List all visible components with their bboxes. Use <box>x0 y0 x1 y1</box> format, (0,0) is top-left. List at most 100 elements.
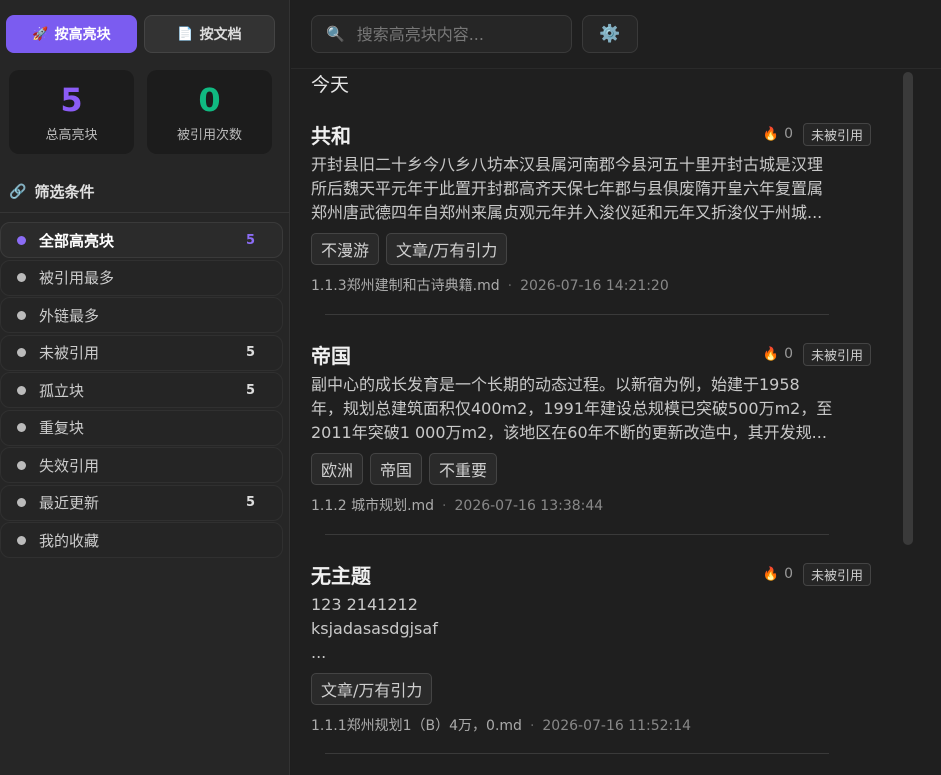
card-body-line: 2011年突破1 000万m2，该地区在60年不断的更新改造中，其开发规... <box>311 423 827 442</box>
highlight-card[interactable]: 共和 🔥 0 未被引用 开封县旧二十乡今八乡八坊本汉县属河南郡今县河五十里开封古… <box>311 121 871 295</box>
filter-item-recently-updated[interactable]: 最近更新 5 <box>0 484 283 521</box>
filter-item-broken-reference[interactable]: 失效引用 <box>0 447 283 483</box>
filter-label: 被引用最多 <box>39 269 115 287</box>
dot-icon <box>17 535 26 545</box>
stat-value: 5 <box>60 80 83 119</box>
card-body-line: 所后魏天平元年于此置开封郡高齐天保七年郡与县俱废隋开皇六年复置属 <box>311 179 824 198</box>
dot-icon <box>17 385 26 395</box>
tag[interactable]: 帝国 <box>370 453 423 485</box>
card-body-line: 郑州唐武德四年自郑州来属贞观元年并入浚仪延和元年又折浚仪于州城... <box>311 203 823 222</box>
dot-icon <box>17 423 26 432</box>
filter-item-orphan[interactable]: 孤立块 5 <box>0 372 283 408</box>
reference-count: 0 <box>784 566 793 582</box>
card-meta: 1.1.2 城市规划.md · 2026-07-16 13:38:44 <box>311 495 871 515</box>
status-badge: 未被引用 <box>802 562 871 586</box>
filter-item-all[interactable]: 全部高亮块 5 <box>0 222 283 258</box>
fire-icon: 🔥 <box>762 126 780 142</box>
by-doc-button[interactable]: 📄 按文档 <box>144 15 275 53</box>
card-title: 共和 <box>311 123 351 148</box>
scrollbar[interactable] <box>903 72 913 545</box>
filter-item-most-external-links[interactable]: 外链最多 <box>0 297 283 333</box>
by-block-button[interactable]: 🚀 按高亮块 <box>6 15 137 53</box>
stat-label: 被引用次数 <box>176 127 242 143</box>
filter-label: 全部高亮块 <box>39 231 115 250</box>
dot-icon <box>17 460 26 470</box>
tag[interactable]: 欧洲 <box>311 453 364 485</box>
filter-count: 5 <box>245 382 255 398</box>
filter-item-unreferenced[interactable]: 未被引用 5 <box>0 334 283 371</box>
timestamp: 2026-07-16 13:38:44 <box>454 498 604 514</box>
card-body: 开封县旧二十乡今八乡八坊本汉县属河南郡今县河五十里开封古城是汉理 所后魏天平元年… <box>311 153 871 225</box>
filter-label: 未被引用 <box>39 344 100 362</box>
filter-label: 重复块 <box>39 419 85 437</box>
card-body-line: ... <box>311 643 327 662</box>
divider <box>325 534 829 535</box>
filter-header: 🔗 筛选条件 <box>9 181 94 202</box>
stat-total-blocks: 5 总高亮块 <box>9 70 134 154</box>
filter-label: 我的收藏 <box>39 531 100 550</box>
source-file-link[interactable]: 1.1.2 城市规划.md <box>311 498 434 514</box>
source-file-link[interactable]: 1.1.1郑州规划1（B）4万，0.md <box>311 718 522 734</box>
search-input[interactable] <box>356 24 557 44</box>
dot-icon <box>17 273 26 282</box>
fire-icon: 🔥 <box>762 566 780 582</box>
card-body: 副中心的成长发育是一个长期的动态过程。以新宿为例，始建于1958 年，规划总建筑… <box>311 373 871 445</box>
divider <box>0 212 290 213</box>
card-meta: 1.1.3郑州建制和古诗典籍.md · 2026-07-16 14:21:20 <box>311 275 871 295</box>
filter-title: 筛选条件 <box>34 183 95 201</box>
filter-list: 全部高亮块 5 被引用最多 外链最多 未被引用 5 孤立块 5 重复块 失效引用… <box>0 222 283 560</box>
search-box[interactable]: 🔍 <box>311 15 572 53</box>
search-icon: 🔍 <box>326 25 345 43</box>
filter-label: 孤立块 <box>39 381 85 400</box>
card-body-line: 副中心的成长发育是一个长期的动态过程。以新宿为例，始建于1958 <box>311 375 800 394</box>
filter-label: 外链最多 <box>39 306 100 325</box>
tag-list: 欧洲 帝国 不重要 <box>311 453 871 485</box>
by-block-label: 按高亮块 <box>54 27 111 43</box>
link-icon: 🔗 <box>9 183 27 200</box>
filter-label: 失效引用 <box>39 456 100 475</box>
card-body: 123 2141212 ksjadasasdgjsaf ... <box>311 593 871 665</box>
sidebar: 🚀 按高亮块 📄 按文档 5 总高亮块 0 被引用次数 🔗 筛选条件 全部高亮块… <box>0 0 290 775</box>
tag[interactable]: 不漫游 <box>311 233 380 265</box>
tag[interactable]: 不重要 <box>429 453 498 485</box>
dot-icon <box>17 498 26 507</box>
separator: · <box>442 498 447 514</box>
filter-count: 5 <box>245 232 255 248</box>
tag[interactable]: 文章/万有引力 <box>386 233 508 265</box>
settings-button[interactable]: ⚙️ <box>582 15 638 53</box>
stat-reference-count: 0 被引用次数 <box>147 70 272 154</box>
card-title: 无主题 <box>311 563 371 588</box>
rocket-icon: 🚀 <box>32 26 49 42</box>
separator: · <box>529 718 535 734</box>
divider <box>291 68 941 69</box>
stat-label: 总高亮块 <box>45 127 98 143</box>
timestamp: 2026-07-16 14:21:20 <box>520 278 669 294</box>
status-badge: 未被引用 <box>802 122 871 146</box>
divider <box>325 753 829 754</box>
fire-icon: 🔥 <box>762 346 780 362</box>
highlight-card[interactable]: 帝国 🔥 0 未被引用 副中心的成长发育是一个长期的动态过程。以新宿为例，始建于… <box>311 341 871 515</box>
main-panel: 🔍 ⚙️ 今天 共和 🔥 0 未被引用 开封县旧二十乡今八乡八坊本汉县属河南郡今… <box>291 0 941 775</box>
filter-item-favorites[interactable]: 我的收藏 <box>0 522 283 558</box>
highlight-card[interactable]: 无主题 🔥 0 未被引用 123 2141212 ksjadasasdgjsaf… <box>311 561 871 735</box>
tag-list: 不漫游 文章/万有引力 <box>311 233 871 265</box>
filter-count: 5 <box>245 345 255 360</box>
card-meta: 1.1.1郑州规划1（B）4万，0.md · 2026-07-16 11:52:14 <box>311 715 871 735</box>
card-body-line: 123 2141212 <box>311 595 418 614</box>
reference-count: 0 <box>784 346 793 362</box>
card-body-line: ksjadasasdgjsaf <box>311 619 438 638</box>
source-file-link[interactable]: 1.1.3郑州建制和古诗典籍.md <box>311 278 500 294</box>
day-group-label: 今天 <box>311 74 350 96</box>
dot-icon <box>17 310 26 320</box>
filter-item-duplicate[interactable]: 重复块 <box>0 409 283 446</box>
filter-count: 5 <box>245 495 255 510</box>
tag-list: 文章/万有引力 <box>311 673 871 705</box>
filter-item-most-referenced[interactable]: 被引用最多 <box>0 259 283 296</box>
tag[interactable]: 文章/万有引力 <box>311 673 433 705</box>
filter-label: 最近更新 <box>39 494 100 512</box>
dot-icon <box>17 348 26 357</box>
by-doc-label: 按文档 <box>199 27 242 43</box>
divider <box>325 314 829 315</box>
dot-icon <box>17 235 26 245</box>
timestamp: 2026-07-16 11:52:14 <box>542 718 692 734</box>
